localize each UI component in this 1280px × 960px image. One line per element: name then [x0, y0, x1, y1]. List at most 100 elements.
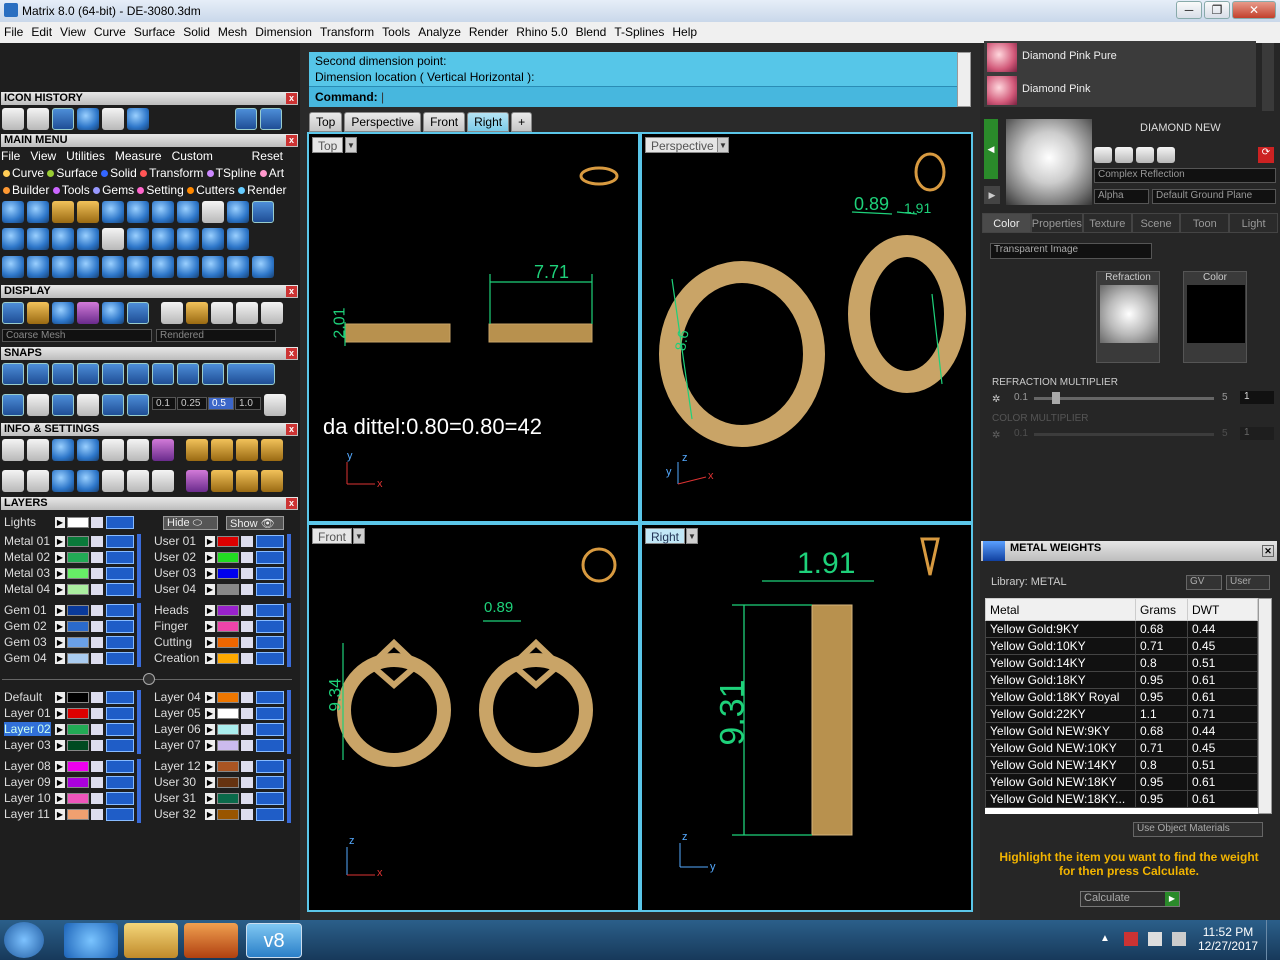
lock-icon[interactable]	[91, 605, 103, 616]
layer-visibility-toggle[interactable]	[256, 567, 284, 580]
snap-icon[interactable]	[177, 363, 199, 385]
close-icon[interactable]: x	[286, 286, 297, 297]
lock-icon[interactable]	[91, 637, 103, 648]
menu-render[interactable]: Render	[465, 22, 512, 39]
sphere-icon[interactable]	[236, 302, 258, 324]
layer-visibility-toggle[interactable]	[256, 707, 284, 720]
tool-icon[interactable]	[177, 256, 199, 278]
open-folder-icon[interactable]	[102, 108, 124, 130]
alpha-field[interactable]: Alpha	[1094, 189, 1149, 204]
layer-color-swatch[interactable]	[67, 793, 89, 804]
expand-icon[interactable]: ▶	[984, 186, 1000, 204]
save-icon[interactable]	[1094, 147, 1112, 163]
viewport-label-right[interactable]: Right	[645, 528, 686, 544]
table-row[interactable]: Yellow Gold NEW:18KY... 0.95 0.61	[985, 790, 1258, 808]
sphere-icon[interactable]	[211, 302, 233, 324]
layer-visibility-toggle[interactable]	[256, 808, 284, 821]
chevron-down-icon[interactable]: ▼	[717, 137, 729, 153]
table-row[interactable]: Yellow Gold NEW:9KY 0.68 0.44	[985, 722, 1258, 740]
snap-icon[interactable]	[152, 363, 174, 385]
ground-plane-combo[interactable]: Default Ground Plane	[1152, 189, 1276, 204]
refraction-slider[interactable]: ✲ 0.1 5 1	[992, 391, 1274, 405]
explorer-icon[interactable]	[124, 923, 178, 958]
layer-visibility-toggle[interactable]	[106, 620, 134, 633]
mm-file[interactable]: File	[1, 149, 20, 163]
expand-arrow-icon[interactable]: ▶	[205, 740, 215, 751]
builder-solid[interactable]: Solid	[110, 166, 137, 180]
layer-visibility-toggle[interactable]	[256, 636, 284, 649]
layer-visibility-toggle[interactable]	[256, 652, 284, 665]
minimize-button[interactable]: ─	[1176, 1, 1202, 19]
lock-icon[interactable]	[241, 724, 253, 735]
lock-icon[interactable]	[91, 740, 103, 751]
lock-icon[interactable]	[241, 536, 253, 547]
tool-icon[interactable]	[227, 201, 249, 223]
layer-visibility-toggle[interactable]	[106, 535, 134, 548]
lock-icon[interactable]	[241, 777, 253, 788]
info-icon[interactable]	[77, 470, 99, 492]
layer-color-swatch[interactable]	[67, 692, 89, 703]
lock-icon[interactable]	[91, 809, 103, 820]
menu-surface[interactable]: Surface	[130, 22, 179, 39]
layer-color-swatch[interactable]	[217, 536, 239, 547]
refraction-slot[interactable]: Refraction	[1096, 271, 1160, 363]
tool-icon[interactable]	[127, 256, 149, 278]
layer-visibility-toggle[interactable]	[106, 792, 134, 805]
info-icon[interactable]	[186, 439, 208, 461]
tool-icon[interactable]	[202, 228, 224, 250]
snap-icon[interactable]	[2, 394, 24, 416]
snap-value-01[interactable]: 0.1	[152, 397, 176, 410]
metal-weights-table[interactable]: Metal Grams DWT Yellow Gold:9KY 0.68 0.44 Y…	[985, 598, 1258, 814]
expand-arrow-icon[interactable]: ▶	[205, 605, 215, 616]
sphere-icon[interactable]	[186, 302, 208, 324]
tab-texture[interactable]: Texture	[1082, 213, 1132, 233]
layer-color-swatch[interactable]	[217, 692, 239, 703]
layer-row[interactable]: Layer 11 ▶	[0, 807, 140, 822]
table-row[interactable]: Yellow Gold:10KY 0.71 0.45	[985, 637, 1258, 655]
info-icon[interactable]	[211, 439, 233, 461]
expand-arrow-icon[interactable]: ▶	[205, 777, 215, 788]
layer-row[interactable]: Layer 07 ▶	[150, 738, 290, 753]
expand-arrow-icon[interactable]: ▶	[205, 637, 215, 648]
builder-art[interactable]: Art	[269, 166, 284, 180]
lock-icon[interactable]	[241, 653, 253, 664]
snap-toggle-icon[interactable]	[227, 363, 275, 385]
expand-arrow-icon[interactable]: ▶	[205, 568, 215, 579]
tool-icon[interactable]	[127, 228, 149, 250]
table-row[interactable]: Yellow Gold:9KY 0.68 0.44	[985, 620, 1258, 638]
layer-color-swatch[interactable]	[217, 777, 239, 788]
chevron-down-icon[interactable]: ▼	[353, 528, 365, 544]
color-slot[interactable]: Color	[1183, 271, 1247, 363]
gv-toggle[interactable]: GV	[1186, 575, 1222, 590]
layer-color-swatch[interactable]	[217, 552, 239, 563]
info-icon[interactable]	[2, 470, 24, 492]
layer-visibility-toggle[interactable]	[256, 620, 284, 633]
forward-arrow-icon[interactable]	[260, 108, 282, 130]
expand-arrow-icon[interactable]: ▶	[205, 724, 215, 735]
layer-color-swatch[interactable]	[217, 740, 239, 751]
layer-row[interactable]: Layer 01 ▶	[0, 706, 140, 721]
builder-transform[interactable]: Transform	[149, 166, 203, 180]
layer-visibility-toggle[interactable]	[256, 604, 284, 617]
tab-front[interactable]: Front	[423, 112, 466, 132]
table-row[interactable]: Yellow Gold:18KY Royal 0.95 0.61	[985, 688, 1258, 706]
layer-row[interactable]: User 04 ▶	[150, 582, 290, 597]
table-row[interactable]: Yellow Gold NEW:10KY 0.71 0.45	[985, 739, 1258, 757]
table-scrollbar[interactable]	[1258, 598, 1272, 814]
info-icon[interactable]	[127, 439, 149, 461]
info-icon[interactable]	[52, 470, 74, 492]
expand-arrow-icon[interactable]: ▶	[55, 552, 65, 563]
expand-arrow-icon[interactable]: ▶	[55, 653, 65, 664]
layer-row[interactable]: Layer 05 ▶	[150, 706, 290, 721]
collapse-panel-button[interactable]: ◀	[984, 119, 998, 179]
expand-arrow-icon[interactable]: ▶	[55, 605, 65, 616]
sphere-icon[interactable]	[261, 302, 283, 324]
layer-row[interactable]: Finger ▶	[150, 619, 290, 634]
media-player-icon[interactable]	[184, 923, 238, 958]
layer-visibility-toggle[interactable]	[256, 551, 284, 564]
layer-row[interactable]: Metal 02 ▶	[0, 550, 140, 565]
layer-color-swatch[interactable]	[67, 584, 89, 595]
render-icon[interactable]	[52, 302, 74, 324]
reflection-combo[interactable]: Complex Reflection	[1094, 168, 1276, 183]
tool-icon[interactable]	[27, 256, 49, 278]
